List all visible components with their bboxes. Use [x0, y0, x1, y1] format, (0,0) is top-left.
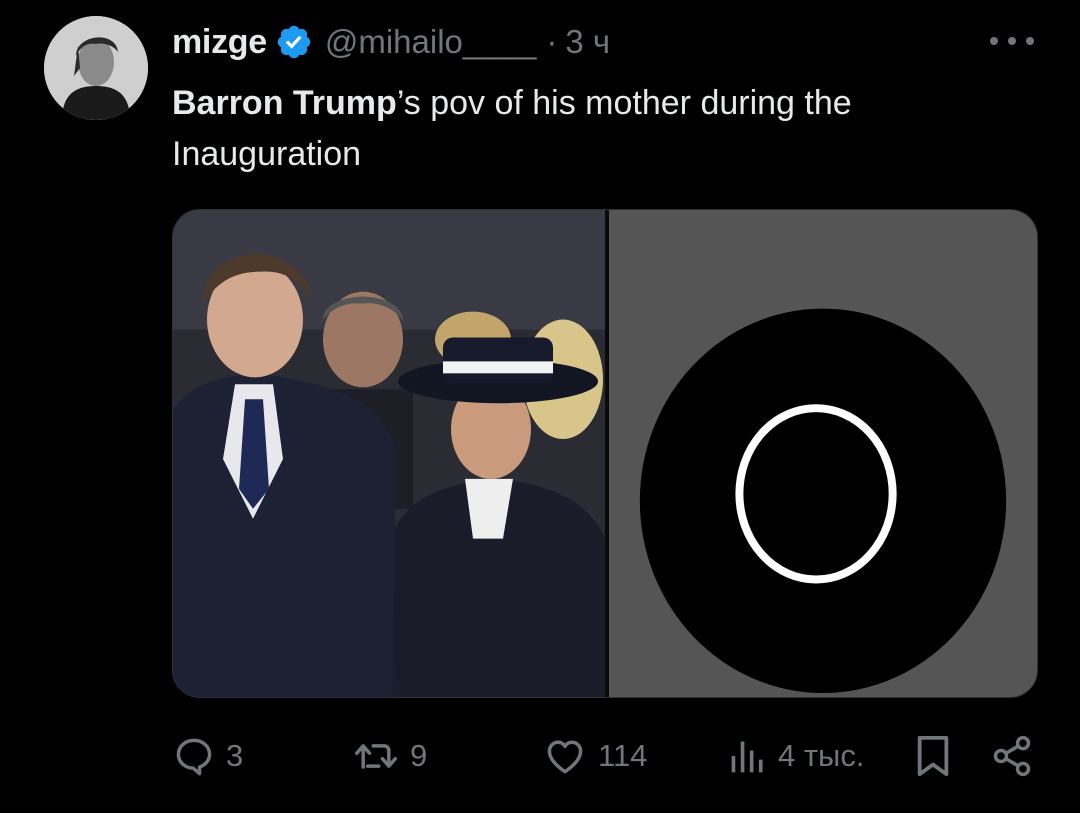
avatar-image	[44, 16, 148, 120]
tweet-header: mizge @mihailo____ · 3 ч	[172, 20, 610, 64]
retweet-icon	[355, 744, 397, 769]
tweet-text: Barron Trump’s pov of his mother during …	[172, 78, 1032, 180]
reply-icon	[176, 738, 212, 776]
heart-icon	[547, 740, 583, 774]
reply-count: 3	[226, 738, 244, 773]
tweet-timestamp[interactable]: 3 ч	[565, 23, 610, 61]
views-chart-icon	[731, 741, 763, 773]
media-grid	[172, 209, 1038, 698]
author-display-name[interactable]: mizge	[172, 23, 267, 62]
like-count: 114	[598, 738, 648, 773]
author-avatar[interactable]	[44, 16, 148, 120]
bookmark-button[interactable]	[912, 728, 954, 784]
verified-badge-icon[interactable]	[275, 23, 313, 61]
bookmark-icon	[917, 735, 949, 777]
share-button[interactable]	[990, 728, 1034, 784]
media-photo-right[interactable]	[609, 210, 1037, 697]
inauguration-photo	[173, 210, 605, 697]
more-dot-3	[1026, 37, 1034, 45]
media-photo-left[interactable]	[173, 210, 605, 697]
tweet-text-bold: Barron Trump	[172, 84, 397, 122]
views-button[interactable]: 4 тыс.	[728, 728, 864, 784]
more-dot-1	[990, 37, 998, 45]
author-handle[interactable]: @mihailo____	[325, 23, 536, 61]
like-button[interactable]: 114	[542, 728, 647, 784]
reply-button[interactable]: 3	[172, 728, 243, 784]
views-count: 4 тыс.	[778, 738, 865, 773]
share-icon	[993, 735, 1031, 777]
retweet-count: 9	[410, 738, 428, 773]
tweet-action-bar: 3 9 114 4 тыс.	[0, 728, 1080, 784]
retweet-button[interactable]: 9	[352, 728, 427, 784]
separator-dot: ·	[546, 23, 558, 60]
more-options-icon[interactable]	[990, 24, 1034, 58]
more-dot-2	[1008, 37, 1016, 45]
hat-top-view-image	[609, 210, 1037, 697]
